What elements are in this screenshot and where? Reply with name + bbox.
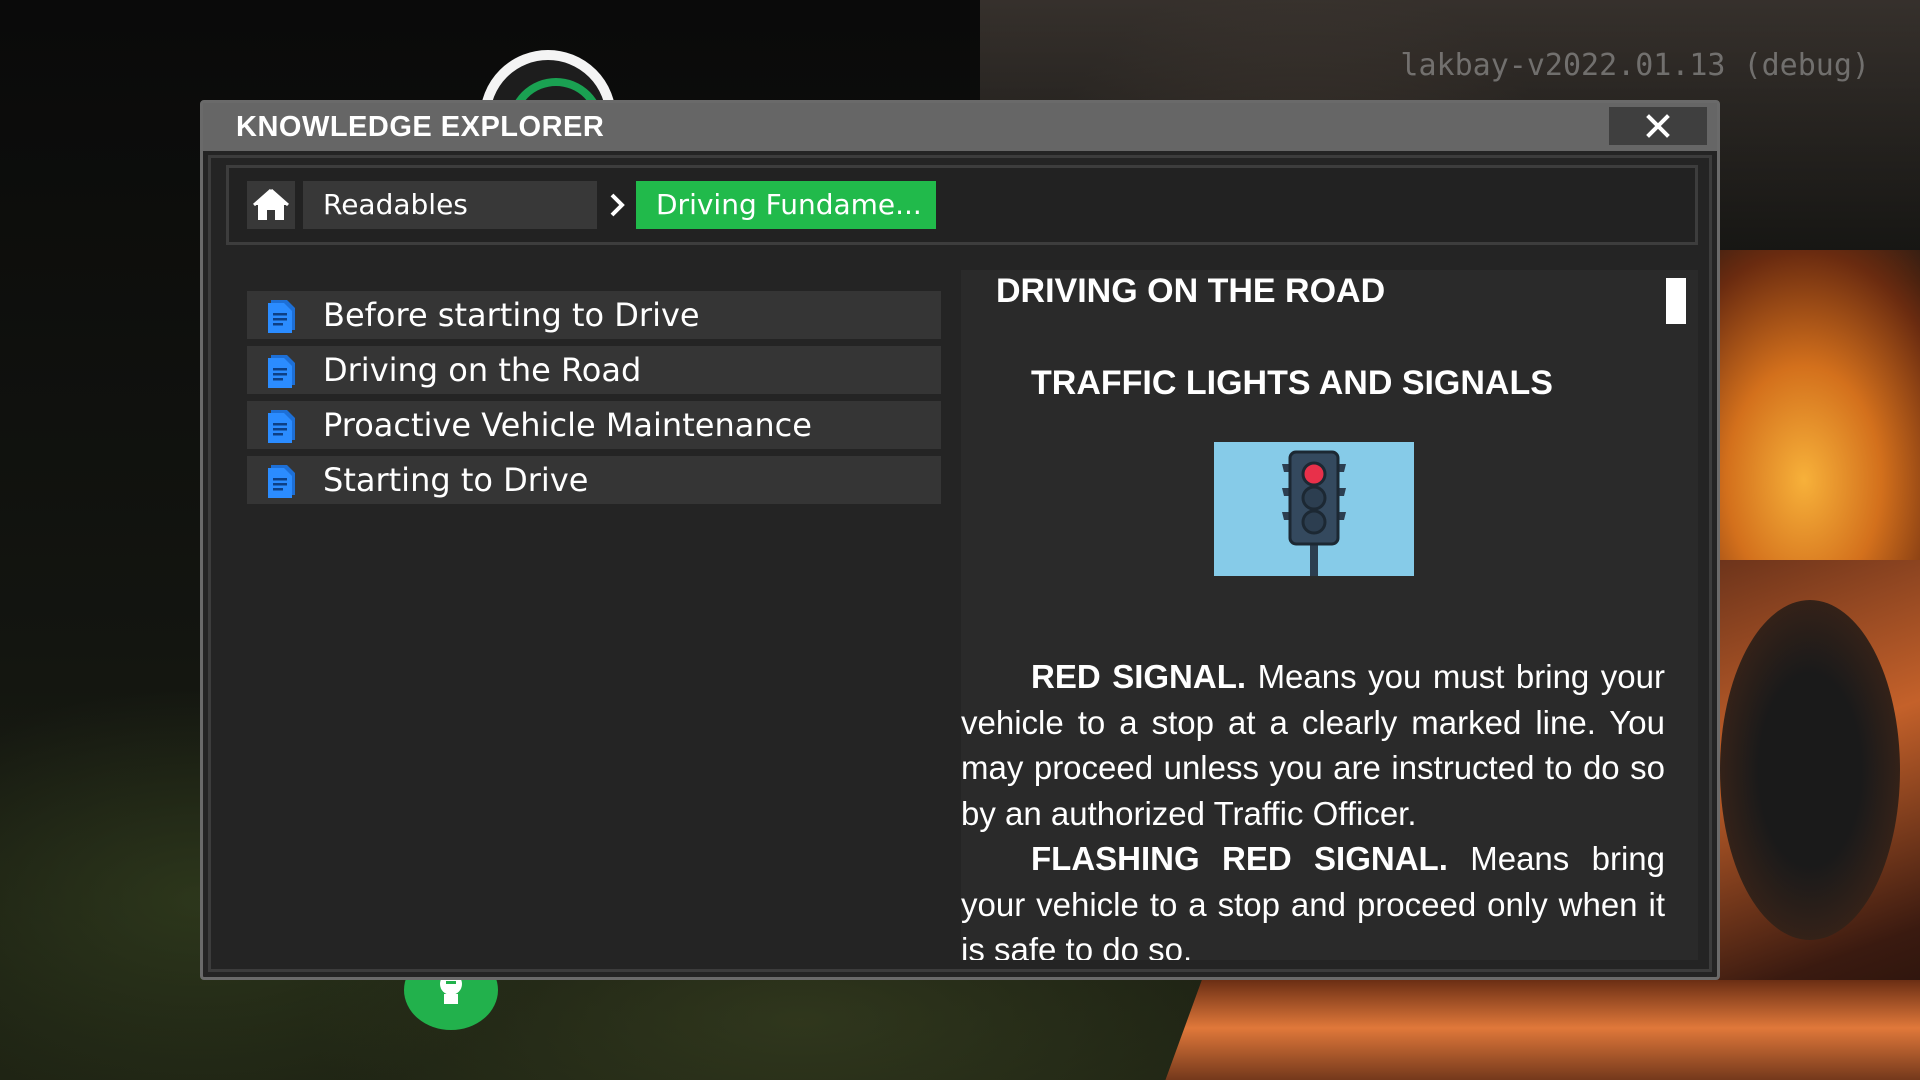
paragraph-lead: FLASHING RED SIGNAL. — [1031, 840, 1448, 877]
breadcrumb-home-button[interactable] — [247, 181, 295, 229]
list-item[interactable]: Proactive Vehicle Maintenance — [247, 401, 941, 449]
section-heading: TRAFFIC LIGHTS AND SIGNALS — [1031, 364, 1553, 402]
chevron-right-icon — [605, 190, 629, 220]
close-icon — [1646, 114, 1670, 138]
paragraph: RED SIGNAL. Means you must bring your ve… — [961, 654, 1665, 836]
list-item[interactable]: Before starting to Drive — [247, 291, 941, 339]
traffic-light-illustration — [1214, 442, 1414, 576]
close-button[interactable] — [1609, 107, 1707, 145]
build-version-label: lakbay-v2022.01.13 (debug) — [1400, 48, 1870, 83]
list-item[interactable]: Driving on the Road — [247, 346, 941, 394]
article-body: RED SIGNAL. Means you must bring your ve… — [961, 654, 1665, 960]
paragraph: FLASHING RED SIGNAL. Means bring your ve… — [961, 836, 1665, 960]
knowledge-explorer-window: KNOWLEDGE EXPLORER Readables Driving Fun… — [200, 100, 1720, 980]
list-item[interactable]: Starting to Drive — [247, 456, 941, 504]
breadcrumb-item-current[interactable]: Driving Fundame... — [636, 181, 936, 229]
scrollbar-thumb[interactable] — [1666, 278, 1686, 324]
paragraph-lead: RED SIGNAL. — [1031, 658, 1247, 695]
document-icon — [268, 355, 295, 388]
car-wheel-well — [1720, 600, 1900, 940]
home-icon — [253, 188, 289, 220]
article-heading: DRIVING ON THE ROAD — [996, 272, 1386, 310]
list-item-label: Before starting to Drive — [323, 296, 700, 334]
window-title: KNOWLEDGE EXPLORER — [236, 111, 605, 143]
list-item-label: Driving on the Road — [323, 351, 642, 389]
car-bumper — [1158, 980, 1920, 1080]
document-icon — [268, 300, 295, 333]
breadcrumb-item-readables[interactable]: Readables — [303, 181, 597, 229]
window-titlebar: KNOWLEDGE EXPLORER — [203, 103, 1717, 151]
document-icon — [268, 410, 295, 443]
breadcrumb: Readables Driving Fundame... — [226, 165, 1698, 245]
list-item-label: Starting to Drive — [323, 461, 589, 499]
document-icon — [268, 465, 295, 498]
list-item-label: Proactive Vehicle Maintenance — [323, 406, 812, 444]
reading-pane[interactable]: DRIVING ON THE ROAD TRAFFIC LIGHTS AND S… — [961, 270, 1698, 960]
document-list: Before starting to Drive Driving on the … — [247, 291, 941, 511]
